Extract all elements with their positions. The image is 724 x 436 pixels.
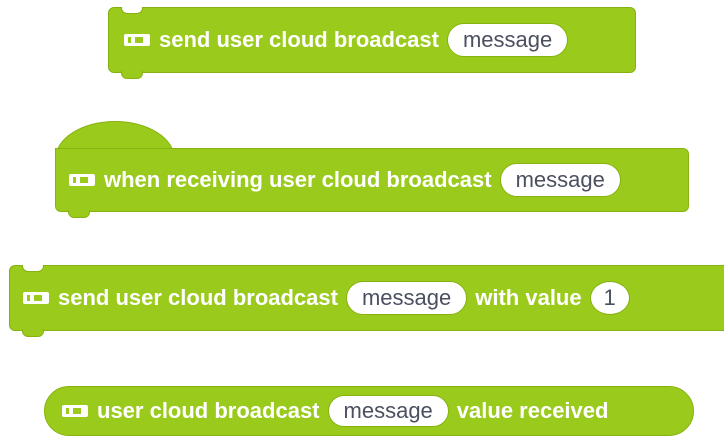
block-label: user cloud broadcast: [97, 398, 320, 423]
send-broadcast-block[interactable]: send user cloud broadcast message: [108, 7, 636, 79]
message-input[interactable]: message: [345, 281, 468, 315]
block-label: when receiving user cloud broadcast: [104, 167, 492, 192]
battery-icon: [69, 174, 95, 186]
block-tab: [22, 329, 44, 337]
broadcast-value-received-reporter[interactable]: user cloud broadcast message value recei…: [44, 386, 694, 436]
value-received-label: value received: [456, 398, 609, 423]
when-receiving-broadcast-block[interactable]: when receiving user cloud broadcast mess…: [55, 148, 689, 218]
value-input[interactable]: 1: [589, 281, 630, 315]
block-tab: [121, 71, 143, 79]
block-tab: [68, 210, 90, 218]
message-input[interactable]: message: [499, 163, 621, 197]
message-input[interactable]: message: [446, 23, 569, 57]
battery-icon: [23, 292, 49, 304]
send-broadcast-with-value-block[interactable]: send user cloud broadcast message with v…: [9, 265, 724, 337]
block-label: send user cloud broadcast: [58, 285, 338, 310]
block-notch: [22, 265, 44, 272]
block-notch: [121, 7, 143, 14]
battery-icon: [62, 405, 88, 417]
with-value-label: with value: [475, 285, 582, 310]
battery-icon: [124, 34, 150, 46]
block-label: send user cloud broadcast: [159, 27, 439, 52]
message-input[interactable]: message: [327, 395, 449, 427]
